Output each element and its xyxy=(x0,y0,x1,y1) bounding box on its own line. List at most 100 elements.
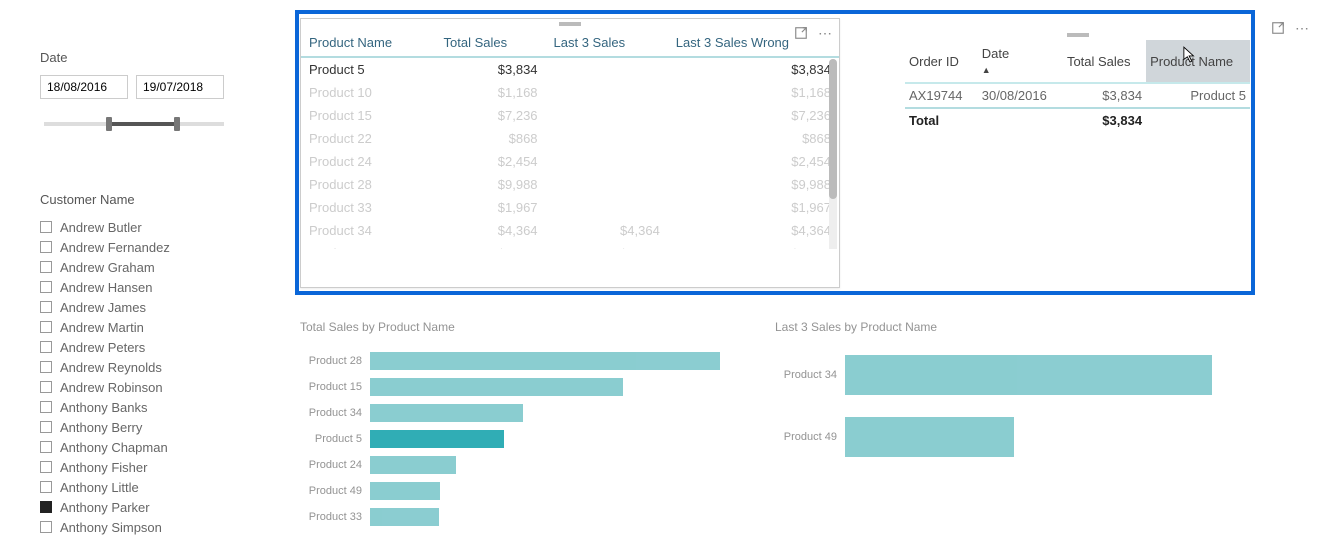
column-header[interactable]: Total Sales xyxy=(436,29,546,57)
scrollbar-thumb[interactable] xyxy=(829,59,837,199)
customer-checkbox-item[interactable]: Anthony Chapman xyxy=(40,437,265,457)
customer-name-text: Andrew Graham xyxy=(60,260,155,275)
table-row[interactable]: Product 10$1,168$1,168 xyxy=(301,81,839,104)
cell: $3,834 xyxy=(1063,83,1146,108)
date-from-input[interactable] xyxy=(40,75,128,99)
cell: Product 5 xyxy=(1146,83,1250,108)
bar-label: Product 34 xyxy=(300,407,370,419)
customer-checkbox-item[interactable]: Andrew Reynolds xyxy=(40,357,265,377)
table-row[interactable]: Product 49$2,008$2,008$2,008 xyxy=(301,242,839,249)
customer-checkbox-item[interactable]: Anthony Little xyxy=(40,477,265,497)
bar-track xyxy=(370,506,720,528)
customer-checkbox-item[interactable]: Andrew Graham xyxy=(40,257,265,277)
table-row[interactable]: Product 28$9,988$9,988 xyxy=(301,173,839,196)
product-sales-table[interactable]: Product NameTotal SalesLast 3 SalesLast … xyxy=(301,29,839,249)
cell: $3,834 xyxy=(436,57,546,81)
column-header[interactable]: Last 3 Sales xyxy=(546,29,668,57)
order-details-table-visual[interactable]: Order IDDate▲Total SalesProduct Name AX1… xyxy=(905,30,1250,290)
table-row[interactable]: Product 33$1,967$1,967 xyxy=(301,196,839,219)
column-header[interactable]: Product Name xyxy=(1146,40,1250,83)
checkbox-icon[interactable] xyxy=(40,321,52,333)
cell xyxy=(546,81,668,104)
date-to-input[interactable] xyxy=(136,75,224,99)
cell: $2,008 xyxy=(436,242,546,249)
table-row[interactable]: Product 22$868$868 xyxy=(301,127,839,150)
focus-mode-icon[interactable] xyxy=(1270,20,1286,36)
customer-checkbox-item[interactable]: Anthony Simpson xyxy=(40,517,265,537)
slider-handle-start[interactable] xyxy=(106,117,112,131)
bar-row[interactable]: Product 34 xyxy=(300,400,720,426)
bar-track xyxy=(370,376,720,398)
cell: $868 xyxy=(436,127,546,150)
checkbox-icon[interactable] xyxy=(40,441,52,453)
column-header[interactable]: Total Sales xyxy=(1063,40,1146,83)
column-header[interactable]: Order ID xyxy=(905,40,978,83)
total-sales-bar-chart[interactable]: Total Sales by Product Name Product 28Pr… xyxy=(300,320,720,530)
cell: Product 22 xyxy=(301,127,436,150)
bar-row[interactable]: Product 49 xyxy=(775,410,1215,464)
customer-checkbox-item[interactable]: Andrew Fernandez xyxy=(40,237,265,257)
checkbox-icon[interactable] xyxy=(40,481,52,493)
cell: $2,008 xyxy=(668,242,839,249)
product-sales-table-visual[interactable]: ⋯ Product NameTotal SalesLast 3 SalesLas… xyxy=(300,18,840,288)
drag-handle[interactable] xyxy=(301,19,839,29)
customer-name-text: Andrew Robinson xyxy=(60,380,163,395)
customer-checkbox-item[interactable]: Andrew Robinson xyxy=(40,377,265,397)
customer-checkbox-item[interactable]: Andrew James xyxy=(40,297,265,317)
column-header[interactable]: Product Name xyxy=(301,29,436,57)
bar-row[interactable]: Product 24 xyxy=(300,452,720,478)
checkbox-icon[interactable] xyxy=(40,461,52,473)
checkbox-icon[interactable] xyxy=(40,241,52,253)
bar-row[interactable]: Product 28 xyxy=(300,348,720,374)
checkbox-icon[interactable] xyxy=(40,501,52,513)
bar-row[interactable]: Product 5 xyxy=(300,426,720,452)
checkbox-icon[interactable] xyxy=(40,381,52,393)
customer-checkbox-item[interactable]: Anthony Banks xyxy=(40,397,265,417)
table-row[interactable]: AX1974430/08/2016$3,834Product 5 xyxy=(905,83,1250,108)
date-range-slider[interactable] xyxy=(44,111,224,137)
checkbox-icon[interactable] xyxy=(40,281,52,293)
cell: $2,454 xyxy=(436,150,546,173)
customer-name-text: Anthony Little xyxy=(60,480,139,495)
cell: $4,364 xyxy=(436,219,546,242)
checkbox-icon[interactable] xyxy=(40,421,52,433)
checkbox-icon[interactable] xyxy=(40,361,52,373)
filters-panel: Date Customer Name Andrew ButlerAndrew F… xyxy=(40,50,265,537)
more-options-icon[interactable]: ⋯ xyxy=(1294,20,1310,36)
checkbox-icon[interactable] xyxy=(40,341,52,353)
table-row[interactable]: Product 15$7,236$7,236 xyxy=(301,104,839,127)
cell: AX19744 xyxy=(905,83,978,108)
customer-checkbox-item[interactable]: Andrew Butler xyxy=(40,217,265,237)
checkbox-icon[interactable] xyxy=(40,401,52,413)
table-row[interactable]: Product 34$4,364$4,364$4,364 xyxy=(301,219,839,242)
checkbox-icon[interactable] xyxy=(40,221,52,233)
bar-row[interactable]: Product 49 xyxy=(300,478,720,504)
customer-name-text: Andrew Hansen xyxy=(60,280,153,295)
column-header[interactable]: Date▲ xyxy=(978,40,1063,83)
customer-checkbox-item[interactable]: Andrew Peters xyxy=(40,337,265,357)
vertical-scrollbar[interactable] xyxy=(829,59,837,249)
bar-row[interactable]: Product 34 xyxy=(775,348,1215,402)
bar-fill xyxy=(370,430,504,448)
slider-handle-end[interactable] xyxy=(174,117,180,131)
customer-checkbox-item[interactable]: Andrew Martin xyxy=(40,317,265,337)
table-row[interactable]: Product 24$2,454$2,454 xyxy=(301,150,839,173)
last3-sales-bar-chart[interactable]: Last 3 Sales by Product Name Product 34P… xyxy=(775,320,1215,530)
checkbox-icon[interactable] xyxy=(40,521,52,533)
checkbox-icon[interactable] xyxy=(40,261,52,273)
customer-checkbox-item[interactable]: Anthony Fisher xyxy=(40,457,265,477)
drag-handle[interactable] xyxy=(905,30,1250,40)
column-header[interactable]: Last 3 Sales Wrong xyxy=(668,29,839,57)
customer-checkbox-item[interactable]: Anthony Berry xyxy=(40,417,265,437)
checkbox-icon[interactable] xyxy=(40,301,52,313)
table-row[interactable]: Product 5$3,834$3,834 xyxy=(301,57,839,81)
customer-checkbox-item[interactable]: Anthony Parker xyxy=(40,497,265,517)
order-details-table[interactable]: Order IDDate▲Total SalesProduct Name AX1… xyxy=(905,40,1250,132)
customer-name-text: Anthony Banks xyxy=(60,400,147,415)
cell: $9,988 xyxy=(668,173,839,196)
cell: $4,364 xyxy=(546,219,668,242)
customer-checkbox-item[interactable]: Andrew Hansen xyxy=(40,277,265,297)
bar-row[interactable]: Product 15 xyxy=(300,374,720,400)
visual-actions: ⋯ xyxy=(1270,20,1310,36)
bar-row[interactable]: Product 33 xyxy=(300,504,720,530)
